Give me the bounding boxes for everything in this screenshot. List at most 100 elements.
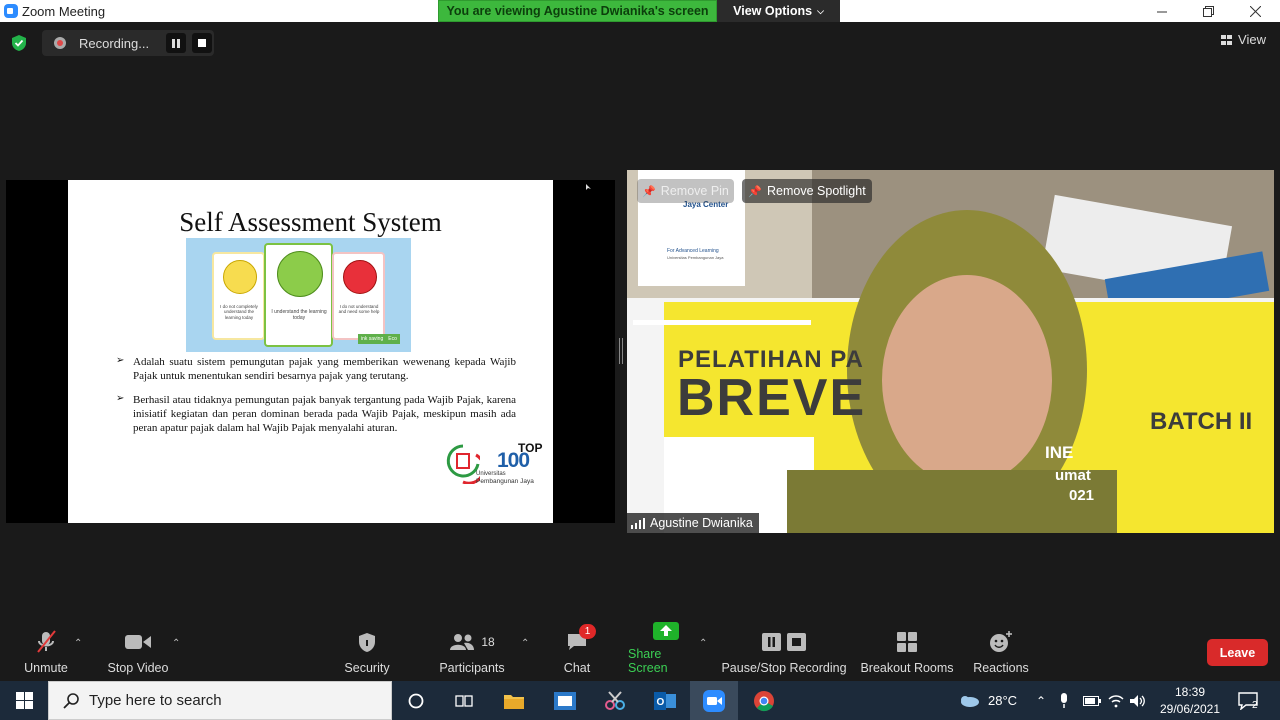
eco-tag: ink saving Eco [358,334,400,344]
recording-label: Recording... [79,35,150,51]
university-logo: TOP 100 Universitas Pembangunan Jaya [446,441,546,488]
breakout-rooms-button[interactable]: Breakout Rooms [859,624,955,681]
recording-dot-icon [54,37,66,49]
remove-spotlight-button[interactable]: 📌 Remove Spotlight [742,179,872,203]
reactions-label: Reactions [973,661,1029,675]
window-title: Zoom Meeting [22,3,106,19]
unmute-label: Unmute [24,661,68,675]
jaya-center-sub: For Advanced Learning [667,248,719,254]
participants-button[interactable]: 18 Participants [436,624,508,681]
notification-count: 2 [1252,700,1258,711]
participant-name: Agustine Dwianika [650,516,753,530]
stop-video-button[interactable]: Stop Video [104,624,172,681]
share-screen-button[interactable]: Share Screen [628,622,704,681]
chat-button[interactable]: 1 Chat [558,624,596,681]
restore-button[interactable] [1185,0,1231,22]
participants-count: 18 [481,635,495,649]
banner-brevet: BREVE [677,369,867,427]
split-view-divider[interactable] [619,338,623,364]
view-options-button[interactable]: View Options ⌵ [717,0,840,22]
arrow-bullet-icon: ➢ [116,393,125,404]
taskbar-search-box[interactable]: Type here to search [48,681,392,720]
close-button[interactable] [1232,0,1278,22]
participants-label: Participants [439,661,505,675]
view-button[interactable]: View [1221,32,1266,47]
presentation-slide: Self Assessment System I do not complete… [68,180,553,523]
audio-options-caret-icon[interactable]: ⌃ [74,638,82,649]
muted-microphone-icon [35,630,57,654]
view-label: View [1238,32,1266,47]
microphone-tray-icon[interactable] [1059,681,1069,720]
action-center-button[interactable]: 2 [1238,681,1258,720]
weather-cloud-icon [961,695,979,707]
participant-name-tag: Agustine Dwianika [627,513,759,533]
jaya-center-univ: Universitas Pembangunan Jaya [667,255,724,260]
eco-tag-right: Eco [388,336,397,342]
volume-tray-icon[interactable] [1130,681,1146,720]
stop-recording-button[interactable] [192,33,212,53]
pause-recording-button[interactable] [166,33,186,53]
pause-stop-recording-button[interactable]: Pause/Stop Recording [721,624,847,681]
cortana-button[interactable] [392,681,440,720]
chevron-up-icon: ⌃ [1036,693,1047,708]
speaker-video[interactable]: Jaya Center For Advanced Learning Univer… [627,170,1274,533]
minimize-button[interactable] [1139,0,1185,22]
meeting-toolbar: Unmute ⌃ Stop Video ⌃ Security 18 Partic… [0,622,1280,681]
encryption-shield-icon[interactable] [11,34,27,52]
chat-unread-badge: 1 [579,624,596,639]
video-camera-icon [125,630,151,654]
reactions-button[interactable]: Reactions [971,624,1031,681]
zoom-app-icon [703,689,725,712]
windows-taskbar: Type here to search O 28°C ⌃ 18:39 29/06… [0,681,1280,720]
recording-controls-icon [762,630,806,654]
battery-icon [1083,695,1101,706]
presentation-app[interactable] [541,681,589,720]
share-screen-icon [653,622,679,640]
shared-screen[interactable]: Self Assessment System I do not complete… [6,180,615,523]
leave-meeting-button[interactable]: Leave [1207,639,1268,666]
show-hidden-icons-button[interactable]: ⌃ [1036,681,1046,720]
emoji-reaction-icon [989,630,1013,654]
card-text: I do not completely understand the learn… [220,304,258,320]
pause-stop-recording-label: Pause/Stop Recording [721,661,847,675]
snipping-tool-app[interactable] [591,681,639,720]
pause-icon [172,38,180,48]
pin-icon: 📌 [642,185,656,198]
chrome-app[interactable] [740,681,788,720]
start-button[interactable] [0,681,48,720]
unmute-button[interactable]: Unmute [20,624,72,681]
outlook-icon: O [654,691,676,710]
zoom-app[interactable] [690,681,738,720]
remove-pin-button[interactable]: 📌 Remove Pin [637,179,734,203]
remove-spotlight-label: Remove Spotlight [767,184,866,198]
close-icon [1249,5,1261,17]
chrome-icon [754,690,774,711]
wifi-tray-icon[interactable] [1108,681,1124,720]
restore-icon [1202,5,1214,17]
logo-line2: Pembangunan Jaya [476,478,534,485]
security-button[interactable]: Security [341,624,393,681]
happy-face-icon [277,251,323,297]
share-options-caret-icon[interactable]: ⌃ [699,638,707,649]
battery-tray-icon[interactable] [1083,681,1101,720]
security-shield-icon [358,630,376,654]
share-screen-label: Share Screen [628,647,668,675]
windows-logo-icon [15,692,33,709]
speaker-volume-icon [1130,694,1145,707]
file-explorer-app[interactable] [490,681,538,720]
task-view-button[interactable] [440,681,488,720]
microphone-icon [1061,692,1067,708]
chevron-down-icon: ⌵ [817,5,824,16]
video-options-caret-icon[interactable]: ⌃ [172,638,180,649]
taskbar-clock[interactable]: 18:39 29/06/2021 [1152,684,1228,718]
svg-text:O: O [657,697,665,708]
weather-widget[interactable]: 28°C [958,681,1017,720]
recording-indicator: Recording... [42,30,214,56]
outlook-app[interactable]: O [641,681,689,720]
banner-line1: INE [1045,443,1074,462]
participants-options-caret-icon[interactable]: ⌃ [521,638,529,649]
minimize-icon [1156,11,1167,12]
zoom-logo-icon [4,4,18,18]
chat-label: Chat [563,661,591,675]
slides-app-icon [554,691,576,710]
